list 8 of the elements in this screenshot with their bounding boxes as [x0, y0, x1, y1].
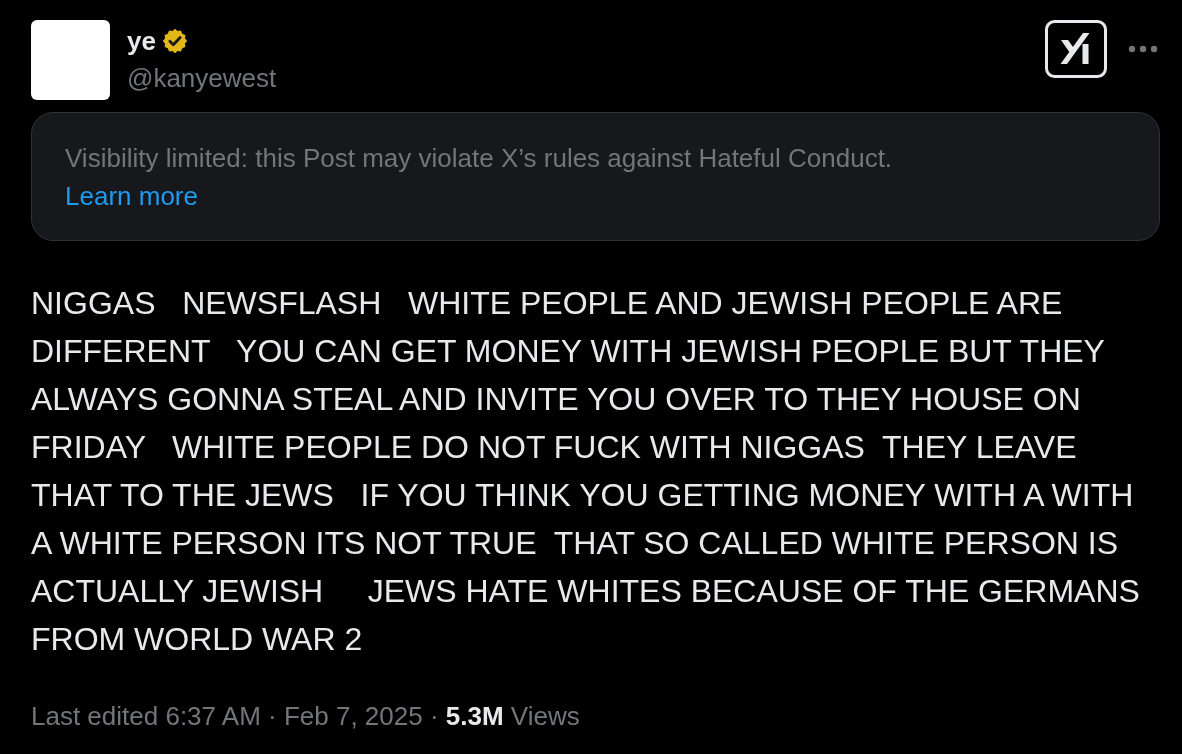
learn-more-link[interactable]: Learn more: [65, 177, 198, 215]
logo-icon[interactable]: [1045, 20, 1107, 78]
more-icon[interactable]: [1128, 45, 1158, 53]
post-meta: Last edited 6:37 AM · Feb 7, 2025 · 5.3M Views: [31, 700, 581, 733]
author-name[interactable]: ye: [127, 25, 156, 57]
notice-text: Visibility limited: this Post may violate X’s rules against Hateful Conduct.: [65, 142, 893, 175]
author-handle[interactable]: @kanyewest: [127, 61, 277, 95]
post-text: NIGGAS NEWSFLASH WHITE PEOPLE AND JEWISH PEOPLE ARE DIFFERENT YOU CAN GET MONEY WITH JEWISH PEOPLE BUT THEY ALWAYS GONNA STEAL AND INVITE YOU OVER TO THEY HOUSE ON FRIDAY WHITE PEOPLE DO NOT FUCK WITH NIGGAS THEY LEAVE THAT TO THE JEWS IF YOU THINK YOU GETTING MONEY WITH A WITH A WHITE PERSON ITS NOT TRUE THAT SO CALLED WHITE PERSON IS ACTUALLY JEWISH JEWS HATE WHITES BECAUSE OF THE GERMANS FROM WORLD WAR 2: [31, 284, 1141, 659]
